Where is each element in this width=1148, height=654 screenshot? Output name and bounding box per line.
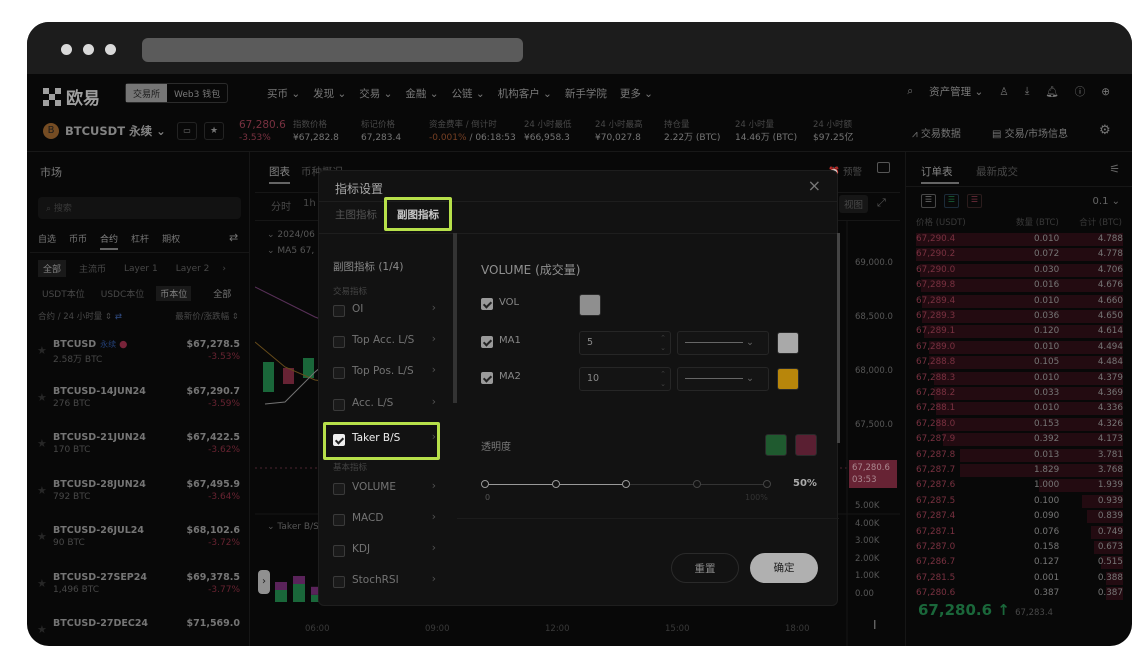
indicator-checkbox[interactable] [333, 545, 345, 557]
indicator-item[interactable]: Top Pos. L/S › [333, 360, 438, 388]
period-input[interactable]: 5 ⌃ ⌄ [579, 331, 671, 355]
tab-main-indicators[interactable]: 主图指标 [335, 207, 377, 222]
confirm-button[interactable]: 确定 [750, 553, 818, 583]
slider-handle[interactable] [622, 480, 630, 488]
slider-tick [551, 480, 560, 488]
line-style-select[interactable]: ⌄ [677, 367, 769, 391]
indicator-checkbox[interactable] [333, 336, 345, 348]
setting-label: VOL [499, 297, 520, 308]
indicator-checkbox[interactable] [333, 514, 345, 526]
list-title: 副图指标 (1/4) [333, 261, 404, 273]
slider-tick [481, 480, 489, 488]
indicator-item[interactable]: StochRSI › [333, 569, 438, 597]
indicator-label: OI [352, 303, 364, 315]
slider-tick [692, 480, 701, 488]
indicator-item[interactable]: VOLUME › [333, 476, 438, 504]
indicator-label: VOLUME [352, 481, 396, 493]
indicator-item[interactable]: Acc. L/S › [333, 392, 438, 420]
indicator-item[interactable]: KDJ › [333, 538, 438, 566]
setting-checkbox[interactable] [481, 298, 493, 310]
indicator-label: MACD [352, 512, 384, 524]
chevron-right-icon: › [431, 542, 436, 554]
opacity-value: 50% [793, 478, 817, 489]
period-input[interactable]: 10 ⌃ ⌄ [579, 367, 671, 391]
chevron-right-icon: › [431, 364, 436, 376]
indicator-label: StochRSI [352, 574, 399, 586]
highlight-box [323, 422, 440, 460]
setting-checkbox[interactable] [481, 336, 493, 348]
indicator-checkbox[interactable] [333, 305, 345, 317]
chevron-right-icon: › [431, 480, 436, 492]
indicator-item[interactable]: MACD › [333, 507, 438, 535]
group-trading: 交易指标 [333, 287, 368, 297]
vol-color-swatch[interactable] [579, 294, 601, 316]
line-color-swatch[interactable] [777, 368, 799, 390]
highlight-box [384, 197, 452, 231]
chevron-right-icon: › [431, 573, 436, 585]
chevron-right-icon: › [431, 302, 436, 314]
browser-window: 欧易 交易所 Web3 钱包 买币 ⌄ 发现 ⌄ 交易 ⌄ 金融 ⌄ 公链 ⌄ 机构客户 … [27, 22, 1132, 646]
buy-color-swatch[interactable] [765, 434, 787, 456]
opacity-slider[interactable] [481, 479, 771, 491]
detail-title: VOLUME (成交量) [481, 263, 581, 277]
indicator-label: Top Pos. L/S [352, 365, 414, 377]
chevron-right-icon: › [431, 511, 436, 523]
period-value: 10 [587, 373, 600, 384]
stepper-icon[interactable]: ⌃ ⌄ [660, 369, 666, 389]
indicator-item[interactable]: OI › [333, 298, 438, 326]
opacity-label: 透明度 [481, 442, 511, 453]
sell-color-swatch[interactable] [795, 434, 817, 456]
period-value: 5 [587, 337, 594, 348]
indicator-label: Top Acc. L/S [352, 334, 415, 346]
reset-button[interactable]: 重置 [671, 553, 739, 583]
indicator-label: KDJ [352, 543, 371, 555]
list-scrollbar[interactable] [453, 233, 457, 403]
stepper-icon[interactable]: ⌃ ⌄ [660, 333, 666, 353]
dialog-title: 指标设置 [335, 182, 384, 196]
detail-scrollbar[interactable] [837, 233, 840, 443]
line-color-swatch[interactable] [777, 332, 799, 354]
slider-min: 0 [485, 493, 491, 502]
indicator-checkbox[interactable] [333, 576, 345, 588]
slider-max: 100% [745, 493, 768, 502]
line-style-select[interactable]: ⌄ [677, 331, 769, 355]
chevron-right-icon: › [431, 396, 436, 408]
setting-label: MA1 [499, 335, 521, 346]
indicator-settings-dialog: 指标设置 × 主图指标 副图指标 副图指标 (1/4) 交易指标 基本指标 OI… [318, 170, 840, 606]
slider-tick [763, 480, 771, 488]
indicator-checkbox[interactable] [333, 483, 345, 495]
chevron-right-icon: › [431, 333, 436, 345]
indicator-checkbox[interactable] [333, 399, 345, 411]
group-basic: 基本指标 [333, 463, 368, 473]
close-icon[interactable]: × [808, 176, 821, 195]
indicator-label: Acc. L/S [352, 397, 394, 409]
setting-label: MA2 [499, 371, 521, 382]
indicator-checkbox[interactable] [333, 367, 345, 379]
indicator-item[interactable]: Top Acc. L/S › [333, 329, 438, 357]
setting-checkbox[interactable] [481, 372, 493, 384]
